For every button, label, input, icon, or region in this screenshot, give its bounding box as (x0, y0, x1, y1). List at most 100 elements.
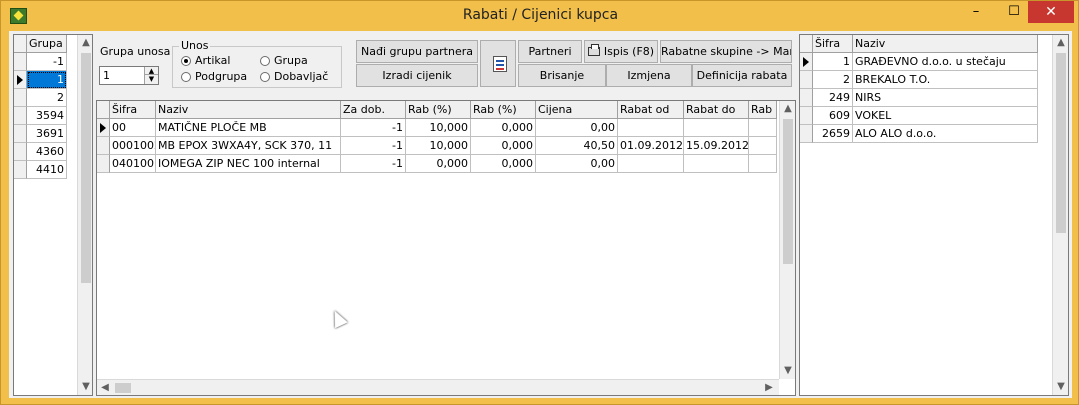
table-cell[interactable]: 0,000 (471, 119, 536, 137)
scroll-down-icon[interactable]: ▼ (78, 379, 92, 395)
table-cell[interactable]: 10,000 (406, 119, 471, 137)
table-cell[interactable]: -1 (341, 137, 406, 155)
table-cell[interactable]: 10,000 (406, 137, 471, 155)
column-header[interactable]: Rabat do (684, 101, 749, 119)
group-column-header[interactable]: Grupa (27, 35, 67, 53)
table-cell[interactable]: MATIČNE PLOČE MB (156, 119, 341, 137)
title-bar[interactable]: Rabati / Cijenici kupca – ☐ ✕ (1, 1, 1078, 31)
table-cell[interactable]: 40,50 (536, 137, 618, 155)
row-indicator[interactable] (97, 155, 110, 173)
partner-code[interactable]: 2659 (813, 125, 853, 143)
group-grid-scrollbar[interactable]: ▲ ▼ (77, 35, 92, 395)
scroll-up-icon[interactable]: ▲ (780, 101, 795, 117)
table-cell[interactable]: 15.09.2012 (684, 137, 749, 155)
column-header[interactable]: Šifra (813, 35, 853, 53)
partners-grid[interactable]: Šifra Naziv 1 GRAĐEVNO d.o.o. u stečaju 2 BR… (799, 34, 1069, 396)
scroll-thumb[interactable] (1056, 53, 1066, 233)
scroll-up-icon[interactable]: ▲ (1053, 35, 1068, 51)
scroll-down-icon[interactable]: ▼ (1053, 379, 1068, 395)
column-header[interactable]: Šifra (110, 101, 156, 119)
table-cell[interactable] (684, 119, 749, 137)
scroll-thumb[interactable] (115, 383, 131, 393)
column-header[interactable]: Za dob. (341, 101, 406, 119)
grupa-unosa-value[interactable]: 1 (103, 69, 110, 82)
table-cell[interactable]: 0,000 (471, 155, 536, 173)
nadji-grupu-partnera-button[interactable]: Nađi grupu partnera (356, 40, 478, 63)
row-indicator[interactable] (14, 143, 27, 161)
ispis-button[interactable]: Ispis (F8) (584, 40, 658, 63)
table-cell[interactable] (684, 155, 749, 173)
row-indicator[interactable] (800, 53, 813, 71)
partners-vscrollbar[interactable]: ▲ ▼ (1052, 35, 1068, 395)
row-indicator[interactable] (14, 89, 27, 107)
partneri-button[interactable]: Partneri (518, 40, 582, 63)
partner-code[interactable]: 2 (813, 71, 853, 89)
radio-grupa[interactable]: Grupa (260, 54, 308, 68)
table-cell[interactable] (749, 137, 777, 155)
row-indicator[interactable] (14, 125, 27, 143)
row-indicator[interactable] (14, 71, 27, 89)
grupa-unosa-stepper[interactable]: 1 ▲ ▼ (99, 66, 159, 85)
group-cell[interactable]: 4410 (27, 161, 67, 179)
articles-grid[interactable]: Šifra Naziv Za dob. Rab (%) Rab (%) Cijena Rab… (96, 100, 796, 396)
row-indicator[interactable] (14, 107, 27, 125)
stepper-down-icon[interactable]: ▼ (145, 75, 158, 83)
table-cell[interactable]: 0001002 (110, 137, 156, 155)
table-cell[interactable] (618, 119, 684, 137)
partner-name[interactable]: VOKEL (853, 107, 1038, 125)
column-header[interactable]: Rab ( (749, 101, 777, 119)
column-header[interactable]: Rabat od (618, 101, 684, 119)
scroll-right-icon[interactable]: ▶ (761, 380, 777, 395)
rabatne-skupine-button[interactable]: Rabatne skupine -> Marža (660, 40, 792, 63)
partner-code[interactable]: 1 (813, 53, 853, 71)
group-grid[interactable]: Grupa -1 1 2 3594 3691 4360 4410 ▲ ▼ (13, 34, 93, 396)
table-cell[interactable]: IOMEGA ZIP NEC 100 internal (156, 155, 341, 173)
document-icon-button[interactable] (480, 40, 516, 87)
row-indicator[interactable] (14, 161, 27, 179)
articles-hscrollbar[interactable]: ◀ ▶ (97, 379, 779, 395)
group-cell[interactable]: 4360 (27, 143, 67, 161)
stepper-buttons[interactable]: ▲ ▼ (144, 67, 158, 84)
group-cell[interactable]: 1 (27, 71, 67, 89)
table-cell[interactable]: 0401001 (110, 155, 156, 173)
partner-name[interactable]: NIRS (853, 89, 1038, 107)
izmjena-button[interactable]: Izmjena (606, 64, 692, 87)
table-cell[interactable] (749, 155, 777, 173)
close-button[interactable]: ✕ (1028, 1, 1074, 23)
row-indicator[interactable] (800, 107, 813, 125)
group-cell[interactable]: 3594 (27, 107, 67, 125)
table-cell[interactable] (749, 119, 777, 137)
group-cell[interactable]: 3691 (27, 125, 67, 143)
radio-dobavljac[interactable]: Dobavljač (260, 70, 328, 84)
row-indicator[interactable] (800, 89, 813, 107)
table-cell[interactable]: 00 (110, 119, 156, 137)
partner-code[interactable]: 249 (813, 89, 853, 107)
scroll-left-icon[interactable]: ◀ (97, 380, 113, 395)
brisanje-button[interactable]: Brisanje (518, 64, 606, 87)
table-cell[interactable]: 0,00 (536, 155, 618, 173)
scroll-thumb[interactable] (783, 119, 793, 264)
scroll-thumb[interactable] (81, 53, 91, 283)
partner-name[interactable]: GRAĐEVNO d.o.o. u stečaju (853, 53, 1038, 71)
row-indicator[interactable] (97, 119, 110, 137)
stepper-up-icon[interactable]: ▲ (145, 67, 158, 75)
definicija-rabata-button[interactable]: Definicija rabata (692, 64, 792, 87)
partner-code[interactable]: 609 (813, 107, 853, 125)
radio-podgrupa[interactable]: Podgrupa (181, 70, 247, 84)
partner-name[interactable]: ALO ALO d.o.o. (853, 125, 1038, 143)
table-cell[interactable]: 0,000 (471, 137, 536, 155)
row-indicator[interactable] (97, 137, 110, 155)
radio-artikal[interactable]: Artikal (181, 54, 230, 68)
partner-name[interactable]: BREKALO T.O. (853, 71, 1038, 89)
column-header[interactable]: Cijena (536, 101, 618, 119)
column-header[interactable]: Rab (%) (471, 101, 536, 119)
scroll-down-icon[interactable]: ▼ (780, 363, 795, 379)
minimize-button[interactable]: – (959, 1, 993, 23)
table-cell[interactable]: 0,000 (406, 155, 471, 173)
row-indicator[interactable] (800, 125, 813, 143)
articles-vscrollbar[interactable]: ▲ ▼ (779, 101, 795, 379)
table-cell[interactable]: -1 (341, 155, 406, 173)
column-header[interactable]: Naziv (853, 35, 1038, 53)
table-cell[interactable] (618, 155, 684, 173)
group-cell[interactable]: -1 (27, 53, 67, 71)
